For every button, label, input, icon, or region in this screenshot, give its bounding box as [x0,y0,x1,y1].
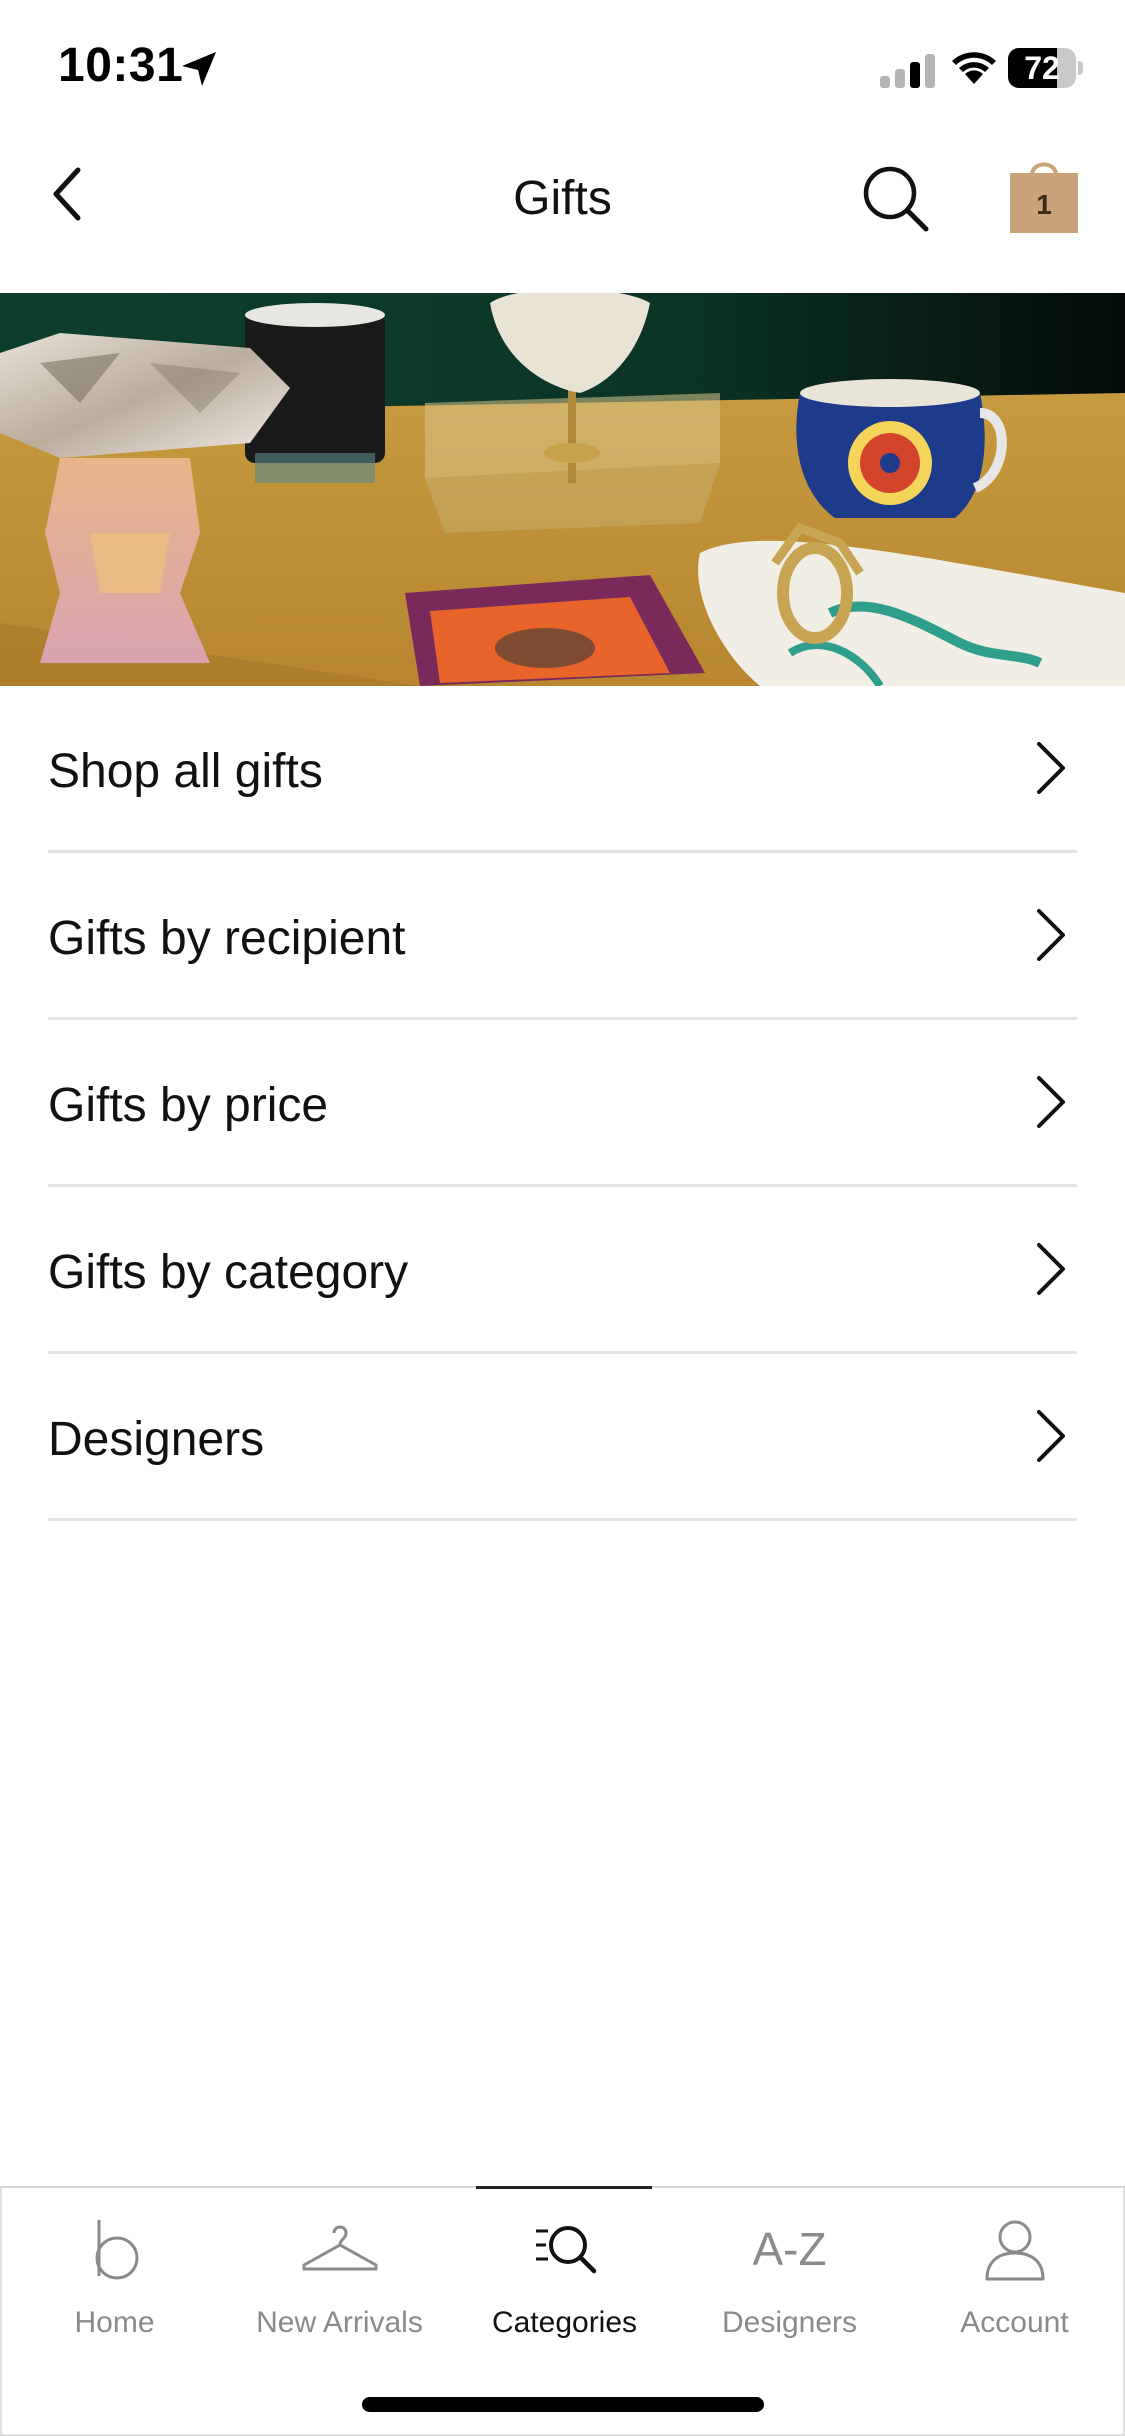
tab-label: New Arrivals [256,2306,423,2339]
hero-image [0,293,1125,686]
battery-percent: 72 [1024,50,1060,86]
a-z-icon: A-Z [752,2223,827,2275]
search-button[interactable] [860,163,932,235]
nav-header: Gifts 1 [0,135,1125,293]
menu-item-gifts-by-category[interactable]: Gifts by category [48,1187,1077,1354]
wifi-icon [952,52,996,84]
menu-item-label: Gifts by category [48,1246,409,1299]
tab-home[interactable]: Home [2,2188,227,2358]
cellular-signal-icon [880,54,935,88]
bag-count-badge: 1 [1036,189,1052,220]
tab-new-arrivals[interactable]: New Arrivals [227,2188,452,2358]
menu-item-label: Gifts by recipient [48,912,406,965]
location-arrow-icon [182,52,216,86]
tab-label: Designers [721,2306,858,2339]
chevron-right-icon [1037,909,1065,961]
menu-item-label: Shop all gifts [48,745,323,798]
person-icon [985,2220,1044,2281]
menu-item-gifts-by-recipient[interactable]: Gifts by recipient [48,853,1077,1020]
page-title: Gifts [513,172,612,225]
chevron-right-icon [1037,1410,1065,1462]
categories-search-icon [535,2226,596,2274]
tab-designers[interactable]: A-Z Designers [677,2188,902,2358]
chevron-right-icon [1037,742,1065,794]
menu-item-designers[interactable]: Designers [48,1354,1077,1521]
tab-categories[interactable]: Categories [452,2188,677,2358]
status-bar: 10:31 72 [0,0,1125,135]
shopping-bag-button[interactable]: 1 [1008,153,1080,235]
search-icon [863,166,929,232]
hanger-icon [302,2225,377,2271]
tab-account[interactable]: Account [902,2188,1125,2358]
tab-label: Categories [491,2306,638,2339]
menu-item-gifts-by-price[interactable]: Gifts by price [48,1020,1077,1187]
tab-label: Home [74,2306,155,2339]
brand-b-icon [95,2220,138,2280]
home-indicator [362,2397,764,2412]
battery-indicator: 72 [1008,48,1083,88]
menu-item-label: Gifts by price [48,1079,329,1132]
tab-label: Account [960,2306,1069,2339]
chevron-right-icon [1037,1243,1065,1295]
menu-item-shop-all-gifts[interactable]: Shop all gifts [48,686,1077,853]
menu-item-label: Designers [48,1413,265,1466]
gift-menu-list: Shop all gifts Gifts by recipient Gifts … [0,686,1125,1521]
status-time: 10:31 [58,39,184,92]
chevron-right-icon [1037,1076,1065,1128]
